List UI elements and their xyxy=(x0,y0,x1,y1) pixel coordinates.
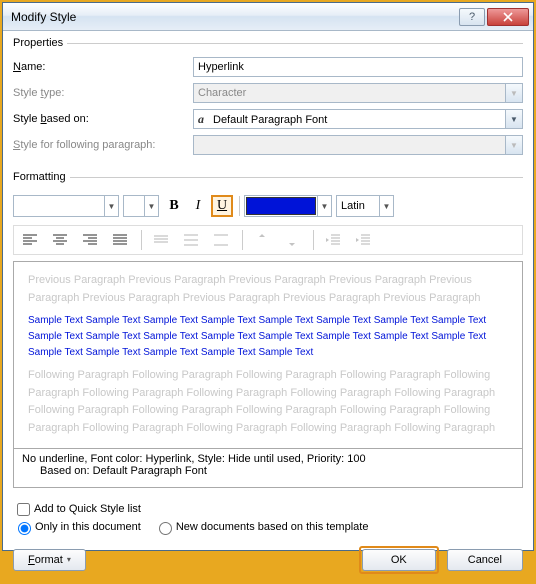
formatting-toolbar: ▼ ▼ B I U ▼ Latin▼ xyxy=(13,195,523,217)
properties-group: Properties Name: Style type: Character ▼… xyxy=(13,37,523,165)
button-row: Format OK Cancel xyxy=(13,546,523,574)
font-size-combo[interactable]: ▼ xyxy=(123,195,159,217)
underline-button[interactable]: U xyxy=(211,195,233,217)
close-button[interactable] xyxy=(487,8,529,26)
format-button[interactable]: Format xyxy=(13,549,86,571)
ok-highlight: OK xyxy=(359,546,439,574)
modify-style-dialog: Modify Style ? Properties Name: Style ty… xyxy=(2,2,534,551)
chevron-down-icon[interactable]: ▼ xyxy=(144,196,158,216)
options-area: Add to Quick Style list Only in this doc… xyxy=(13,500,523,538)
name-label: Name: xyxy=(13,61,193,73)
script-combo[interactable]: Latin▼ xyxy=(336,195,394,217)
bold-button[interactable]: B xyxy=(163,195,185,217)
template-radio[interactable]: New documents based on this template xyxy=(154,519,369,535)
space-before-dec-button xyxy=(279,229,305,251)
following-combo: ▼ xyxy=(193,135,523,155)
description-line2: Based on: Default Paragraph Font xyxy=(22,465,514,477)
style-type-combo: Character ▼ xyxy=(193,83,523,103)
titlebar: Modify Style ? xyxy=(3,3,533,31)
chevron-down-icon[interactable]: ▼ xyxy=(505,110,522,128)
chevron-down-icon[interactable]: ▼ xyxy=(379,196,393,216)
name-input[interactable] xyxy=(193,57,523,77)
indent-inc-button xyxy=(350,229,376,251)
preview-sample: Sample Text Sample Text Sample Text Samp… xyxy=(28,313,508,361)
cancel-button[interactable]: Cancel xyxy=(447,549,523,571)
ok-button[interactable]: OK xyxy=(362,549,436,571)
description-line1: No underline, Font color: Hyperlink, Sty… xyxy=(22,453,514,465)
based-on-label: Style based on: xyxy=(13,113,193,125)
color-swatch xyxy=(246,197,316,215)
align-right-button[interactable] xyxy=(77,229,103,251)
based-on-combo[interactable]: aDefault Paragraph Font ▼ xyxy=(193,109,523,129)
style-type-label: Style type: xyxy=(13,87,193,99)
close-icon xyxy=(503,12,513,22)
chevron-down-icon[interactable]: ▼ xyxy=(104,196,118,216)
help-button[interactable]: ? xyxy=(459,8,485,26)
properties-legend: Properties xyxy=(13,37,67,49)
chevron-down-icon: ▼ xyxy=(505,84,522,102)
font-family-combo[interactable]: ▼ xyxy=(13,195,119,217)
chevron-down-icon[interactable]: ▼ xyxy=(317,196,331,216)
italic-button[interactable]: I xyxy=(187,195,209,217)
formatting-group: Formatting ▼ ▼ B I U ▼ Latin▼ xyxy=(13,171,523,492)
align-justify-button[interactable] xyxy=(107,229,133,251)
description-box: No underline, Font color: Hyperlink, Sty… xyxy=(13,449,523,488)
spacing-2-button xyxy=(208,229,234,251)
preview-next: Following Paragraph Following Paragraph … xyxy=(28,367,508,437)
spacing-1-button xyxy=(148,229,174,251)
spacing-15-button xyxy=(178,229,204,251)
formatting-legend: Formatting xyxy=(13,171,70,183)
quick-style-checkbox[interactable]: Add to Quick Style list xyxy=(13,500,141,519)
preview-box: Previous Paragraph Previous Paragraph Pr… xyxy=(13,261,523,449)
align-left-button[interactable] xyxy=(17,229,43,251)
only-document-radio[interactable]: Only in this document xyxy=(13,519,141,535)
paragraph-toolbar xyxy=(13,225,523,255)
align-center-button[interactable] xyxy=(47,229,73,251)
following-label: Style for following paragraph: xyxy=(13,139,193,151)
preview-prev: Previous Paragraph Previous Paragraph Pr… xyxy=(28,272,508,307)
space-before-inc-button xyxy=(249,229,275,251)
dialog-title: Modify Style xyxy=(11,10,457,24)
chevron-down-icon: ▼ xyxy=(505,136,522,154)
indent-dec-button xyxy=(320,229,346,251)
font-color-combo[interactable]: ▼ xyxy=(244,195,332,217)
